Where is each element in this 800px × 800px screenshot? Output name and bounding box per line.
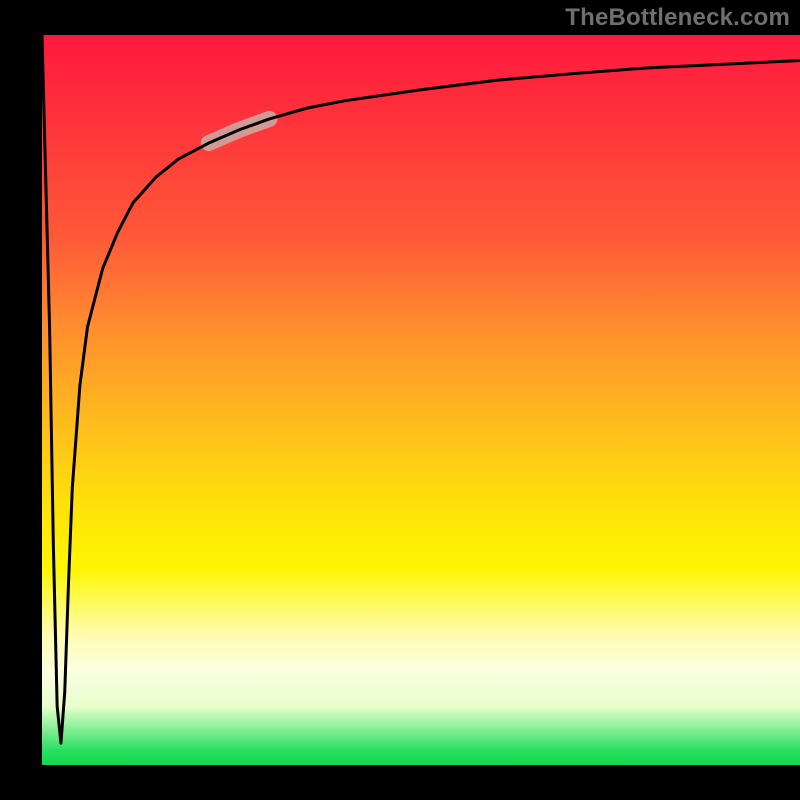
watermark-text: TheBottleneck.com	[565, 4, 790, 32]
curve-layer	[42, 35, 800, 765]
bottleneck-curve	[42, 35, 800, 743]
chart-frame: TheBottleneck.com	[0, 0, 800, 800]
plot-area	[42, 35, 800, 765]
